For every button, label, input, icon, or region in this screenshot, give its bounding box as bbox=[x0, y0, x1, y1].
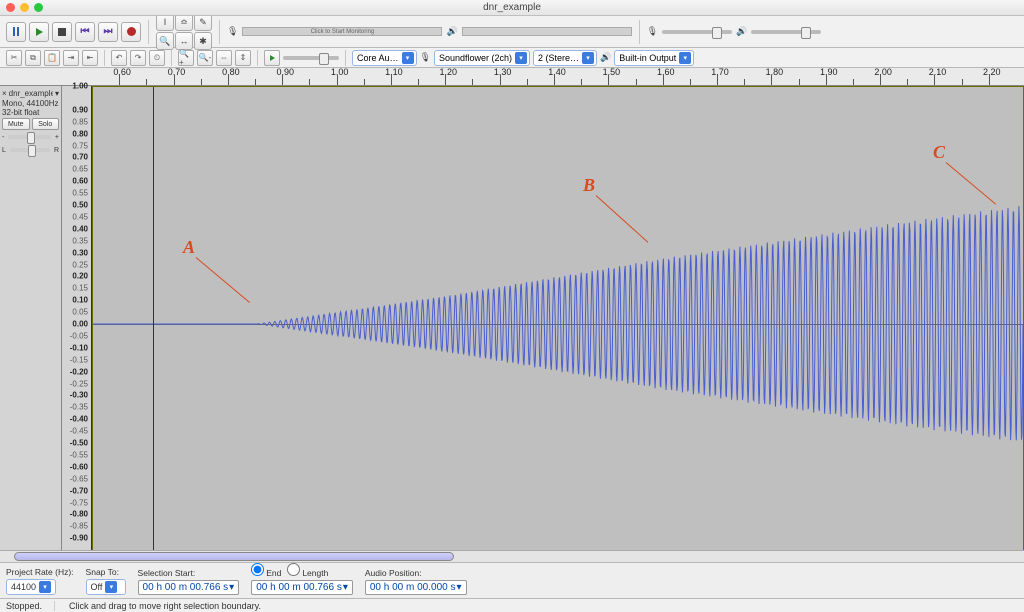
redo-button[interactable]: ↷ bbox=[130, 50, 146, 66]
chevron-down-icon: ▾ bbox=[402, 52, 414, 64]
audio-position-time[interactable]: 00 h 00 m 00.000 s▾ bbox=[365, 580, 467, 595]
track-menu-icon[interactable]: ▾ bbox=[55, 89, 59, 98]
speaker-icon: 🔊 bbox=[446, 26, 457, 37]
speaker-device-icon: 🔊 bbox=[600, 52, 611, 63]
play-at-speed-button[interactable] bbox=[264, 50, 280, 66]
playback-device-combo[interactable]: Built-in Output▾ bbox=[614, 50, 694, 66]
silence-button[interactable]: ⇤ bbox=[82, 50, 98, 66]
mute-button[interactable]: Mute bbox=[2, 118, 30, 130]
selection-end-radio[interactable]: End bbox=[251, 563, 281, 578]
trim-button[interactable]: ⇥ bbox=[63, 50, 79, 66]
playback-meter[interactable] bbox=[462, 27, 632, 36]
chevron-down-icon: ▾ bbox=[515, 52, 527, 64]
selection-start-time[interactable]: 00 h 00 m 00.766 s▾ bbox=[138, 580, 240, 595]
snap-to-label: Snap To: bbox=[86, 567, 126, 577]
paste-button[interactable]: 📋 bbox=[44, 50, 60, 66]
selection-length-radio[interactable]: Length bbox=[287, 563, 328, 578]
cut-button[interactable]: ✂ bbox=[6, 50, 22, 66]
chevron-down-icon: ▾ bbox=[582, 52, 594, 64]
fit-project-button[interactable]: ⇕ bbox=[235, 50, 251, 66]
mic-vol-icon: 🎙 bbox=[647, 26, 658, 37]
fit-selection-button[interactable]: ⇔ bbox=[216, 50, 232, 66]
status-bar: Stopped. Click and drag to move right se… bbox=[0, 598, 1024, 612]
recording-channels-combo[interactable]: 2 (Stere…▾ bbox=[533, 50, 597, 66]
zoom-out-button[interactable]: 🔍- bbox=[197, 50, 213, 66]
recording-volume-slider[interactable] bbox=[662, 30, 732, 34]
play-speed-slider[interactable] bbox=[283, 56, 339, 60]
horizontal-scrollbar[interactable] bbox=[0, 550, 1024, 562]
status-state: Stopped. bbox=[6, 601, 55, 611]
timeshift-tool-button[interactable]: ↔ bbox=[175, 32, 193, 50]
track-sample-type: 32-bit float bbox=[2, 108, 59, 117]
chevron-down-icon: ▾ bbox=[105, 581, 117, 593]
undo-button[interactable]: ↶ bbox=[111, 50, 127, 66]
playback-volume-slider[interactable] bbox=[751, 30, 821, 34]
timeline-ruler[interactable]: 0.600.700.800.901.001.101.201.301.401.50… bbox=[0, 68, 1024, 86]
zoom-tool-button[interactable]: 🔍 bbox=[156, 32, 174, 50]
amplitude-scale: 1.000.900.850.800.750.700.650.600.550.50… bbox=[62, 86, 92, 562]
window-title: dnr_example bbox=[0, 2, 1024, 13]
playback-cursor bbox=[153, 87, 154, 561]
audio-host-combo[interactable]: Core Au…▾ bbox=[352, 50, 417, 66]
zoom-in-button[interactable]: 🔍+ bbox=[178, 50, 194, 66]
multi-tool-button[interactable]: ✱ bbox=[194, 32, 212, 50]
skip-end-button[interactable]: ⏭ bbox=[98, 22, 118, 42]
mic-icon: 🎙 bbox=[227, 26, 238, 37]
chevron-down-icon: ▾ bbox=[39, 581, 51, 593]
copy-button[interactable]: ⧉ bbox=[25, 50, 41, 66]
status-hint: Click and drag to move right selection b… bbox=[69, 601, 261, 611]
track-close-icon[interactable]: × bbox=[2, 89, 7, 98]
pause-button[interactable] bbox=[6, 22, 26, 42]
toolbar-edit-row: ✂ ⧉ 📋 ⇥ ⇤ ↶ ↷ ⏲ 🔍+ 🔍- ⇔ ⇕ Core Au…▾ 🎙 So… bbox=[0, 48, 1024, 68]
recording-meter[interactable]: Click to Start Monitoring bbox=[242, 27, 442, 36]
recording-device-combo[interactable]: Soundflower (2ch)▾ bbox=[434, 50, 530, 66]
pan-slider[interactable] bbox=[10, 148, 50, 152]
gain-slider[interactable] bbox=[8, 135, 51, 139]
chevron-down-icon: ▾ bbox=[679, 52, 691, 64]
speaker-vol-icon: 🔊 bbox=[736, 26, 747, 37]
track-name: dnr_example bbox=[9, 89, 53, 98]
window-titlebar: dnr_example bbox=[0, 0, 1024, 16]
sync-lock-button[interactable]: ⏲ bbox=[149, 50, 165, 66]
stop-button[interactable] bbox=[52, 22, 72, 42]
track-format: Mono, 44100Hz bbox=[2, 99, 59, 108]
selection-end-time[interactable]: 00 h 00 m 00.766 s▾ bbox=[251, 580, 353, 595]
tracks-area: ×dnr_example▾ Mono, 44100Hz 32-bit float… bbox=[0, 86, 1024, 562]
solo-button[interactable]: Solo bbox=[32, 118, 60, 130]
snap-to-combo[interactable]: Off▾ bbox=[86, 579, 126, 595]
waveform-display[interactable]: A B C bbox=[92, 86, 1024, 562]
audio-position-label: Audio Position: bbox=[365, 568, 467, 578]
selection-toolbar: Project Rate (Hz): 44100▾ Snap To: Off▾ … bbox=[0, 562, 1024, 598]
skip-start-button[interactable]: ⏮ bbox=[75, 22, 95, 42]
mic-device-icon: 🎙 bbox=[420, 52, 431, 63]
project-rate-combo[interactable]: 44100▾ bbox=[6, 579, 56, 595]
project-rate-label: Project Rate (Hz): bbox=[6, 567, 74, 577]
play-button[interactable] bbox=[29, 22, 49, 42]
record-button[interactable] bbox=[121, 22, 141, 42]
selection-start-label: Selection Start: bbox=[138, 568, 240, 578]
track-control-panel[interactable]: ×dnr_example▾ Mono, 44100Hz 32-bit float… bbox=[0, 86, 62, 562]
toolbar-transport-row: ⏮ ⏭ I ≏ ✎ 🔍 ↔ ✱ 🎙 Click to Start Monitor… bbox=[0, 16, 1024, 48]
